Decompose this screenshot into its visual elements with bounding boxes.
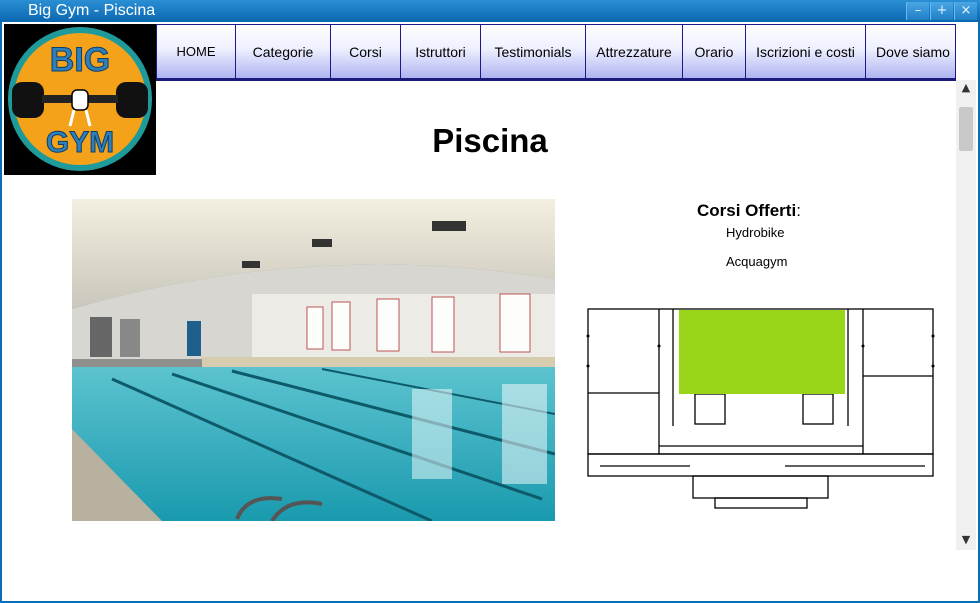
minimize-icon[interactable]: – xyxy=(906,2,929,20)
window-title: Big Gym - Piscina xyxy=(28,2,156,19)
main-navigation: HOME Categorie Corsi Istruttori Testimon… xyxy=(156,24,956,81)
window-titlebar: Big Gym - Piscina – + × xyxy=(0,0,980,22)
nav-item-orario[interactable]: Orario xyxy=(682,24,746,79)
courses-heading: Corsi Offerti: xyxy=(697,201,801,221)
page-content: BIG GYM HOME Categorie Corsi Istruttori … xyxy=(2,22,978,601)
floorplan-image xyxy=(585,306,937,511)
nav-item-dove-siamo[interactable]: Dove siamo xyxy=(865,24,956,79)
scroll-down-icon[interactable]: ▼ xyxy=(956,532,976,548)
page-title: Piscina xyxy=(432,122,548,159)
courses-heading-label: Corsi Offerti xyxy=(697,201,797,220)
vertical-scrollbar[interactable]: ▲ ▼ xyxy=(956,80,976,550)
nav-item-corsi[interactable]: Corsi xyxy=(330,24,401,79)
nav-item-iscrizioni-e-costi[interactable]: Iscrizioni e costi xyxy=(745,24,866,79)
course-item-hydrobike: Hydrobike xyxy=(726,225,785,240)
scroll-thumb[interactable] xyxy=(959,107,973,151)
nav-item-home[interactable]: HOME xyxy=(156,24,236,79)
logo-text-top: BIG xyxy=(50,41,110,79)
scroll-up-icon[interactable]: ▲ xyxy=(956,80,976,96)
nav-item-categorie[interactable]: Categorie xyxy=(235,24,331,79)
courses-heading-colon: : xyxy=(796,201,801,220)
swimming-pool-photo xyxy=(72,199,555,521)
nav-item-testimonials[interactable]: Testimonials xyxy=(480,24,586,79)
close-icon[interactable]: × xyxy=(954,2,977,20)
course-item-acquagym: Acquagym xyxy=(726,254,788,269)
nav-item-istruttori[interactable]: Istruttori xyxy=(400,24,481,79)
nav-item-attrezzature[interactable]: Attrezzature xyxy=(585,24,683,79)
maximize-icon[interactable]: + xyxy=(930,2,953,20)
